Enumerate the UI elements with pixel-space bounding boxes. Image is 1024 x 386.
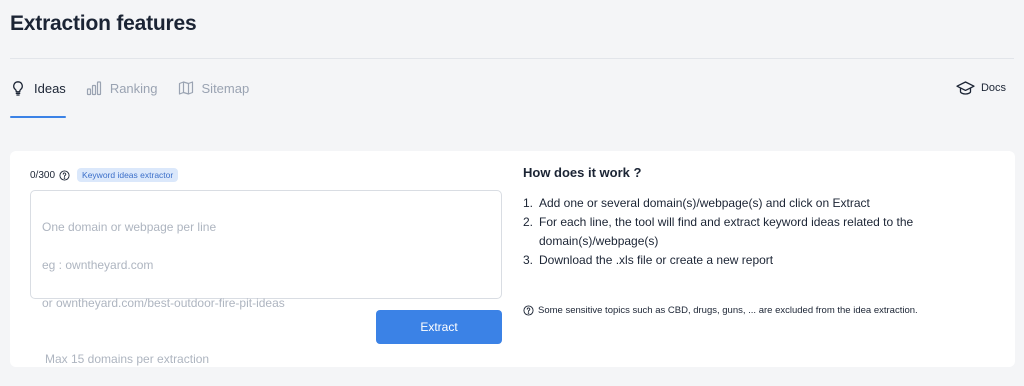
counter-row: 0/300 Keyword ideas extractor [30,168,179,182]
bar-chart-icon [86,81,101,96]
tab-ideas[interactable]: Ideas [10,78,66,98]
graduation-cap-icon [956,81,975,95]
step-number: 3. [523,253,534,267]
extract-button[interactable]: Extract [376,310,502,344]
docs-link[interactable]: Docs [956,80,1006,96]
tab-ideas-label: Ideas [34,80,66,96]
tab-sitemap[interactable]: Sitemap [178,78,250,98]
step-text: Add one or several domain(s)/webpage(s) … [539,196,870,210]
step-text: For each line, the tool will find and ex… [539,215,914,248]
tab-ranking-label: Ranking [109,80,158,96]
extraction-card: 0/300 Keyword ideas extractor One domain… [10,151,1015,367]
character-counter: 0/300 [30,169,56,181]
divider [10,58,1014,59]
how-it-works-title: How does it work ? [523,165,642,180]
list-item: 3. Download the .xls file or create a ne… [523,251,993,270]
map-icon [178,81,193,95]
sensitive-topics-note: Some sensitive topics such as CBD, drugs… [523,305,918,316]
placeholder-line: Max 15 domains per extraction [45,352,210,366]
step-number: 2. [523,215,534,229]
domains-textarea[interactable]: One domain or webpage per line eg : ownt… [30,190,502,366]
tab-sitemap-label: Sitemap [201,80,250,96]
active-tab-indicator [10,116,66,118]
help-icon [523,305,534,316]
help-icon[interactable] [59,169,70,181]
step-number: 1. [523,196,534,210]
placeholder-line: or owntheyard.com/best-outdoor-fire-pit-… [42,296,285,310]
placeholder-line: One domain or webpage per line [42,220,217,234]
page-title: Extraction features [10,12,197,35]
tool-badge: Keyword ideas extractor [77,168,179,182]
placeholder-line: eg : owntheyard.com [42,258,154,272]
lightbulb-icon [13,81,23,96]
tab-ranking[interactable]: Ranking [86,78,158,98]
how-it-works-steps: 1. Add one or several domain(s)/webpage(… [523,194,993,270]
step-text: Download the .xls file or create a new r… [539,253,774,267]
list-item: 1. Add one or several domain(s)/webpage(… [523,194,993,213]
list-item: 2. For each line, the tool will find and… [523,213,993,251]
tab-bar: Ideas Ranking Sitemap [10,78,249,98]
note-text: Some sensitive topics such as CBD, drugs… [538,305,918,316]
docs-label: Docs [980,82,1006,94]
